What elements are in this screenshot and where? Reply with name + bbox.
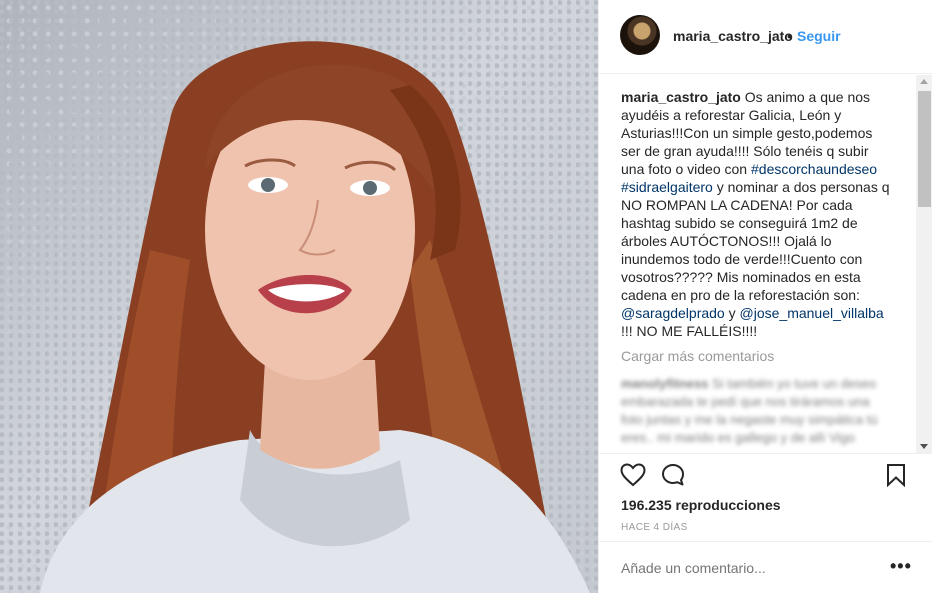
post-header: maria_castro_jato • Seguir <box>599 0 932 74</box>
load-more-comments-button[interactable]: Cargar más comentarios <box>621 348 774 364</box>
comments-list[interactable]: maria_castro_jato Os animo a que nos ayu… <box>599 75 932 453</box>
separator-dot: • <box>787 28 792 44</box>
caption-username[interactable]: maria_castro_jato <box>621 89 741 105</box>
post-timestamp[interactable]: HACE 4 DÍAS <box>621 522 688 533</box>
comment-item: manolyfitness Si también yo tuve un dese… <box>621 375 891 447</box>
post-media[interactable] <box>0 0 598 593</box>
header-username[interactable]: maria_castro_jato <box>673 28 793 44</box>
portrait-image <box>40 41 590 593</box>
post-sidebar: maria_castro_jato • Seguir maria_castro_… <box>598 0 932 593</box>
mention-link[interactable]: @saragdelprado <box>621 305 725 321</box>
caption-text: y <box>724 305 740 321</box>
add-comment-bar: ••• <box>599 541 932 593</box>
post-actions: 196.235 reproducciones HACE 4 DÍAS <box>599 453 932 543</box>
post-caption: maria_castro_jato Os animo a que nos ayu… <box>621 88 891 340</box>
scrollbar-thumb[interactable] <box>918 91 931 207</box>
comment-input[interactable] <box>621 560 861 576</box>
comment-username[interactable]: manolyfitness <box>621 376 708 391</box>
heart-icon[interactable] <box>620 463 646 492</box>
scroll-up-icon[interactable] <box>920 79 928 84</box>
caption-text: y nominar a dos personas q NO ROMPAN LA … <box>621 179 890 303</box>
comment-bubble-icon[interactable] <box>661 463 685 492</box>
hashtag-link[interactable]: #sidraelgaitero <box>621 179 713 195</box>
view-count[interactable]: 196.235 reproducciones <box>621 497 781 513</box>
mention-link[interactable]: @jose_manuel_villalba <box>740 305 884 321</box>
comments-scrollbar[interactable] <box>916 75 932 453</box>
avatar[interactable] <box>620 15 660 55</box>
caption-text: !!! NO ME FALLÉIS!!!! <box>621 323 758 339</box>
hashtag-link[interactable]: #descorchaundeseo <box>751 161 877 177</box>
scroll-down-icon[interactable] <box>920 444 928 449</box>
bookmark-icon[interactable] <box>886 463 906 492</box>
more-options-icon[interactable]: ••• <box>890 556 912 577</box>
follow-button[interactable]: Seguir <box>797 28 841 44</box>
